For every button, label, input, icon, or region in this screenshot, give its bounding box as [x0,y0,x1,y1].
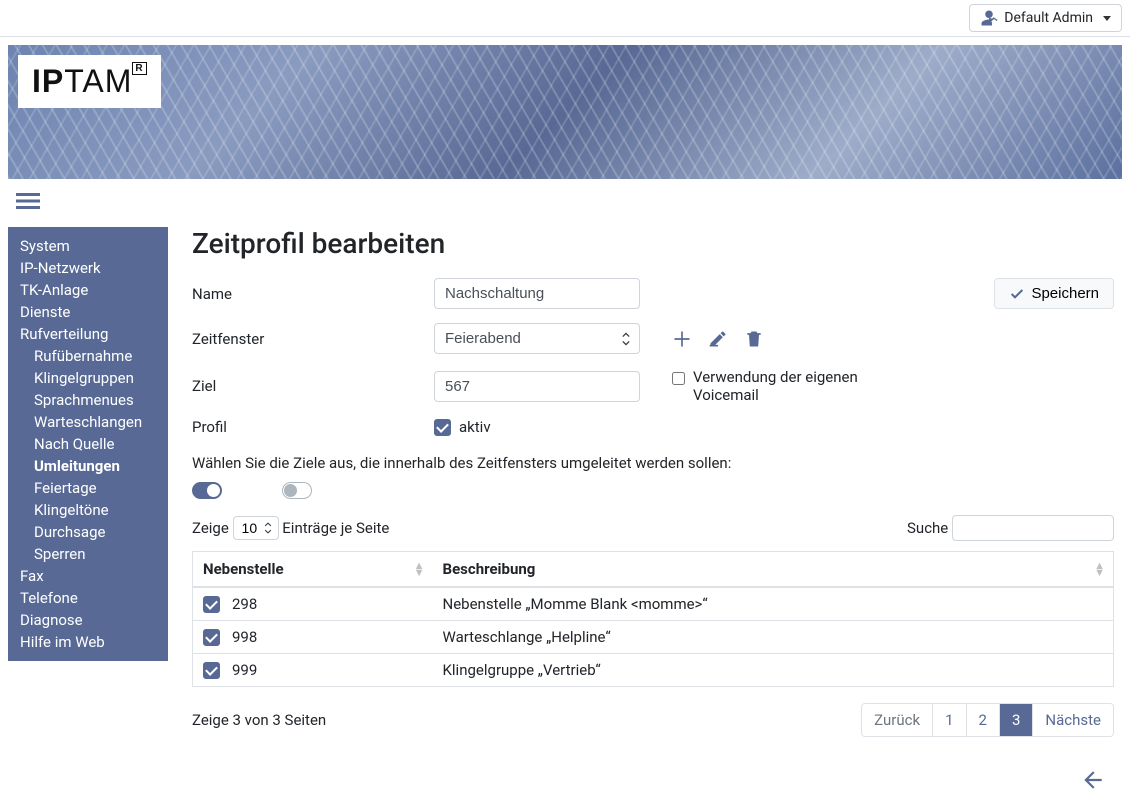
row-ext: 999 [232,661,257,679]
sidebar: SystemIP-NetzwerkTK-AnlageDiensteRufvert… [8,227,168,661]
sidebar-item-durchsage[interactable]: Durchsage [8,521,168,543]
sidebar-item-klingelgruppen[interactable]: Klingelgruppen [8,367,168,389]
row-desc: Warteschlange „Helpline“ [433,621,1114,654]
target-label: Ziel [192,377,422,395]
profile-active-checkbox[interactable] [434,419,451,436]
check-icon [1009,286,1025,302]
banner: IPTAMR [8,45,1122,179]
show-suffix: Einträge je Seite [282,519,389,537]
sidebar-item-umleitungen[interactable]: Umleitungen [8,455,168,477]
toggle-all-off[interactable] [282,482,312,499]
row-checkbox[interactable] [203,662,220,679]
window-label: Zeitfenster [192,330,422,348]
voicemail-checkbox[interactable] [672,371,685,386]
show-prefix: Zeige [192,519,229,537]
profile-label: Profil [192,418,422,436]
edit-icon[interactable] [708,329,728,349]
page-next[interactable]: Nächste [1032,704,1113,736]
page-2[interactable]: 2 [966,704,999,736]
table-row: 298 Nebenstelle „Momme Blank <momme>“ [193,587,1114,621]
sidebar-item-ip-netzwerk[interactable]: IP-Netzwerk [8,257,168,279]
target-input[interactable] [434,371,640,402]
page-title: Zeitprofil bearbeiten [192,227,445,260]
pagination: Zurück123Nächste [861,703,1114,737]
sidebar-item-sperren[interactable]: Sperren [8,543,168,565]
instruction-text: Wählen Sie die Ziele aus, die innerhalb … [192,454,1114,472]
name-label: Name [192,285,422,303]
user-icon [980,9,998,27]
sidebar-item-rufverteilung[interactable]: Rufverteilung [8,323,168,345]
hamburger-icon [16,189,40,213]
toggle-all-on[interactable] [192,482,222,499]
main-content: Zeitprofil bearbeiten Name Speichern Zei… [192,227,1122,793]
sidebar-item-nach-quelle[interactable]: Nach Quelle [8,433,168,455]
sidebar-item-sprachmenues[interactable]: Sprachmenues [8,389,168,411]
sidebar-item-diagnose[interactable]: Diagnose [8,609,168,631]
search-input[interactable] [952,515,1114,541]
table-row: 998 Warteschlange „Helpline“ [193,621,1114,654]
name-input[interactable] [434,278,640,309]
row-checkbox[interactable] [203,596,220,613]
sidebar-item-klingeltöne[interactable]: Klingeltöne [8,499,168,521]
sidebar-item-warteschlangen[interactable]: Warteschlangen [8,411,168,433]
search-label: Suche [907,519,948,537]
row-ext: 998 [232,628,257,646]
sidebar-item-rufübernahme[interactable]: Rufübernahme [8,345,168,367]
add-icon[interactable] [672,329,692,349]
table-footer-text: Zeige 3 von 3 Seiten [192,711,326,729]
page-1[interactable]: 1 [932,704,965,736]
row-desc: Klingelgruppe „Vertrieb“ [433,654,1114,687]
page-size-select[interactable]: 10 [233,516,279,540]
targets-table: Nebenstelle▲▼ Beschreibung▲▼ 298 Nebenste… [192,551,1114,687]
row-ext: 298 [232,595,257,613]
sidebar-item-system[interactable]: System [8,235,168,257]
sidebar-item-hilfe-im-web[interactable]: Hilfe im Web [8,631,168,653]
voicemail-label[interactable]: Verwendung der eigenen Voicemail [693,368,892,404]
page-3[interactable]: 3 [999,704,1032,736]
col-desc[interactable]: Beschreibung▲▼ [433,552,1114,588]
row-desc: Nebenstelle „Momme Blank <momme>“ [433,587,1114,621]
row-checkbox[interactable] [203,629,220,646]
sidebar-item-fax[interactable]: Fax [8,565,168,587]
user-name: Default Admin [1004,10,1093,26]
sidebar-item-dienste[interactable]: Dienste [8,301,168,323]
save-button[interactable]: Speichern [994,278,1114,309]
table-row: 999 Klingelgruppe „Vertrieb“ [193,654,1114,687]
logo: IPTAMR [18,55,161,108]
user-dropdown[interactable]: Default Admin [969,4,1122,32]
col-ext[interactable]: Nebenstelle▲▼ [193,552,433,588]
back-arrow-icon[interactable] [1080,767,1106,793]
window-select[interactable]: Feierabend [434,323,640,354]
caret-down-icon [1103,16,1111,21]
page-prev[interactable]: Zurück [862,704,932,736]
sidebar-item-tk-anlage[interactable]: TK-Anlage [8,279,168,301]
profile-active-label[interactable]: aktiv [459,418,491,436]
menu-toggle[interactable] [16,189,1114,217]
delete-icon[interactable] [744,329,764,349]
sidebar-item-telefone[interactable]: Telefone [8,587,168,609]
sidebar-item-feiertage[interactable]: Feiertage [8,477,168,499]
